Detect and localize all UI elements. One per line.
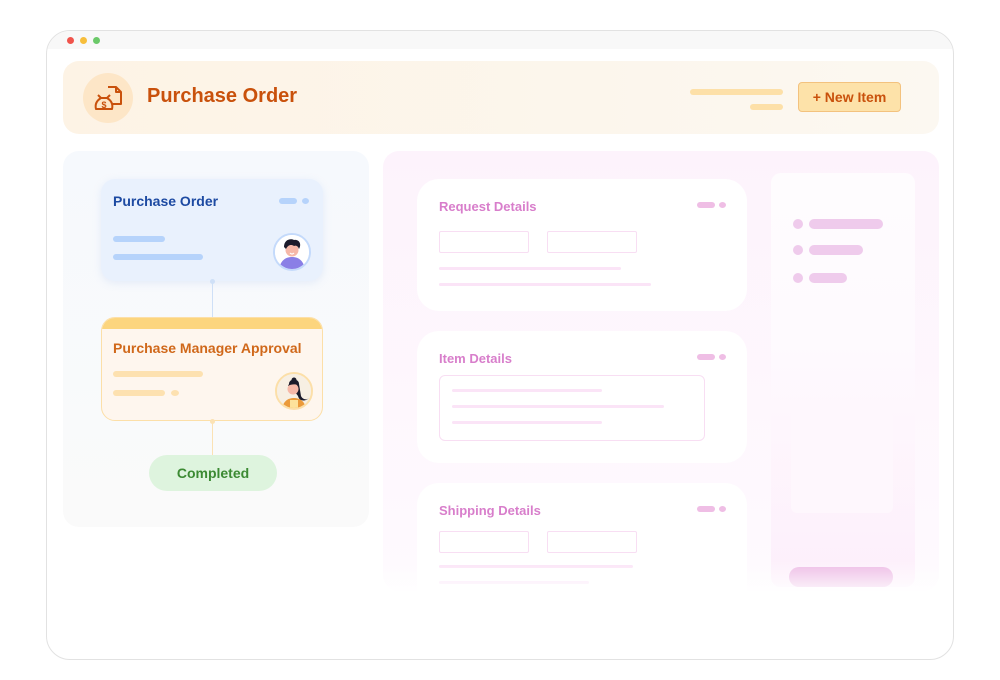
bottom-fade-overlay	[383, 561, 939, 621]
form-section-item-details: Item Details	[417, 331, 747, 463]
workflow-connector	[212, 281, 213, 317]
section-menu-indicator[interactable]	[719, 354, 726, 360]
app-window: $ Purchase Order + New Item Purchase Ord…	[46, 30, 954, 660]
placeholder-line	[439, 267, 621, 270]
placeholder-line	[113, 390, 165, 396]
purchase-order-icon-badge: $	[83, 73, 133, 123]
workflow-panel: Purchase Order Purchase Manager Approval	[63, 151, 369, 527]
list-bullet	[793, 219, 803, 229]
section-menu-indicator[interactable]	[719, 202, 726, 208]
placeholder-line	[452, 421, 602, 424]
header-placeholder-line	[690, 89, 783, 95]
man-avatar	[273, 233, 311, 271]
text-field[interactable]	[439, 531, 529, 553]
section-title: Request Details	[439, 199, 537, 214]
placeholder-line	[809, 273, 847, 283]
page-header: $ Purchase Order + New Item	[63, 61, 939, 134]
status-badge-completed: Completed	[149, 455, 277, 491]
workflow-step-purchase-order[interactable]: Purchase Order	[101, 179, 323, 281]
placeholder-line	[113, 254, 203, 260]
list-bullet	[793, 245, 803, 255]
maximize-window-button[interactable]	[93, 37, 100, 44]
page-title: Purchase Order	[147, 85, 298, 107]
section-menu-indicator[interactable]	[719, 506, 726, 512]
workflow-connector	[212, 421, 213, 457]
woman-avatar	[275, 372, 313, 410]
close-window-button[interactable]	[67, 37, 74, 44]
new-item-button[interactable]: + New Item	[798, 82, 901, 112]
placeholder-line	[809, 245, 863, 255]
connector-dot	[210, 419, 215, 424]
preview-box	[791, 411, 893, 513]
section-menu-indicator[interactable]	[697, 202, 715, 208]
form-panel: Request Details Item Details Shipping De…	[383, 151, 939, 593]
more-options-indicator	[302, 198, 309, 204]
summary-sidebar	[771, 173, 915, 587]
text-field[interactable]	[439, 231, 529, 253]
section-title: Shipping Details	[439, 503, 541, 518]
placeholder-line	[439, 283, 651, 286]
connector-dot	[210, 279, 215, 284]
placeholder-line	[113, 371, 203, 377]
placeholder-line	[452, 405, 664, 408]
placeholder-line	[452, 389, 602, 392]
workflow-step-manager-approval[interactable]: Purchase Manager Approval	[101, 317, 323, 421]
step-title: Purchase Order	[113, 193, 219, 209]
more-options-indicator	[279, 198, 297, 204]
svg-text:$: $	[101, 100, 106, 110]
header-placeholder-line	[750, 104, 783, 110]
form-section-request-details: Request Details	[417, 179, 747, 311]
window-titlebar	[47, 31, 953, 49]
money-bag-document-icon: $	[94, 86, 122, 110]
section-title: Item Details	[439, 351, 512, 366]
step-active-bar	[102, 318, 322, 329]
woman-avatar-icon	[277, 374, 311, 408]
placeholder-line	[809, 219, 883, 229]
text-field[interactable]	[547, 531, 637, 553]
section-menu-indicator[interactable]	[697, 354, 715, 360]
placeholder-line	[113, 236, 165, 242]
man-avatar-icon	[275, 235, 309, 269]
list-bullet	[793, 273, 803, 283]
text-field[interactable]	[547, 231, 637, 253]
placeholder-dot	[171, 390, 179, 396]
minimize-window-button[interactable]	[80, 37, 87, 44]
step-title: Purchase Manager Approval	[113, 340, 302, 356]
section-menu-indicator[interactable]	[697, 506, 715, 512]
item-table-box[interactable]	[439, 375, 705, 441]
